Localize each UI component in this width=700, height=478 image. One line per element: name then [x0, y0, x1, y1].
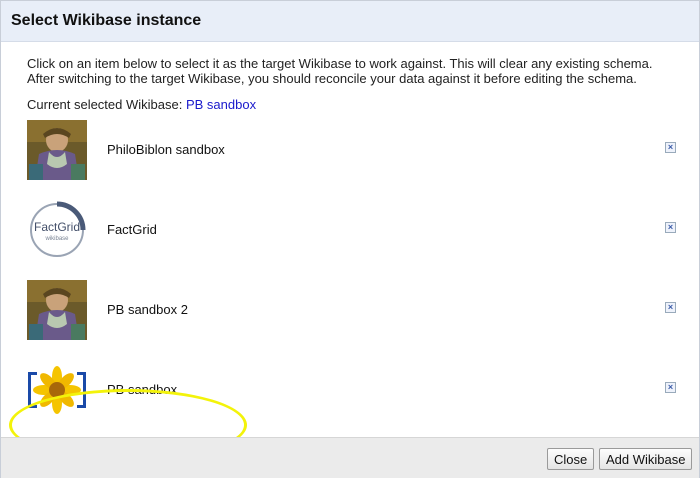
- factgrid-logo-icon: FactGrid wikibase: [30, 201, 86, 257]
- current-wikibase-label: Current selected Wikibase:: [27, 97, 183, 112]
- wikibase-item-philobiblon-sandbox[interactable]: PhiloBiblon sandbox ×: [27, 120, 687, 182]
- intro-line-1: Click on an item below to select it as t…: [27, 56, 653, 71]
- wikibase-item-factgrid[interactable]: FactGrid wikibase FactGrid ×: [27, 200, 687, 262]
- current-wikibase: Current selected Wikibase: PB sandbox: [27, 97, 256, 112]
- dialog-title: Select Wikibase instance: [11, 12, 202, 29]
- close-button[interactable]: Close: [547, 448, 595, 470]
- delete-icon[interactable]: ×: [665, 302, 676, 313]
- delete-icon[interactable]: ×: [665, 222, 676, 233]
- wikibase-item-name: FactGrid: [107, 222, 157, 237]
- select-wikibase-dialog: Select Wikibase instance Click on an ite…: [0, 0, 700, 478]
- wikibase-item-name: PhiloBiblon sandbox: [107, 142, 225, 157]
- factgrid-logo-subtext: wikibase: [44, 236, 69, 242]
- philobiblon-portrait-icon: [27, 120, 87, 180]
- delete-icon[interactable]: ×: [665, 142, 676, 153]
- current-wikibase-link[interactable]: PB sandbox: [186, 97, 256, 112]
- add-wikibase-button[interactable]: Add Wikibase: [599, 448, 693, 470]
- dialog-body: Click on an item below to select it as t…: [1, 42, 699, 461]
- philobiblon-portrait-icon: [27, 280, 87, 340]
- intro-text: Click on an item below to select it as t…: [27, 56, 652, 86]
- dialog-header: Select Wikibase instance: [1, 1, 699, 42]
- dialog-footer: Close Add Wikibase: [1, 437, 699, 478]
- intro-line-2: After switching to the target Wikibase, …: [27, 71, 637, 86]
- wikibase-item-pb-sandbox-2[interactable]: PB sandbox 2 ×: [27, 280, 687, 342]
- delete-icon[interactable]: ×: [665, 382, 676, 393]
- wikibase-item-name: PB sandbox 2: [107, 302, 188, 317]
- factgrid-logo-text: FactGrid: [34, 220, 80, 234]
